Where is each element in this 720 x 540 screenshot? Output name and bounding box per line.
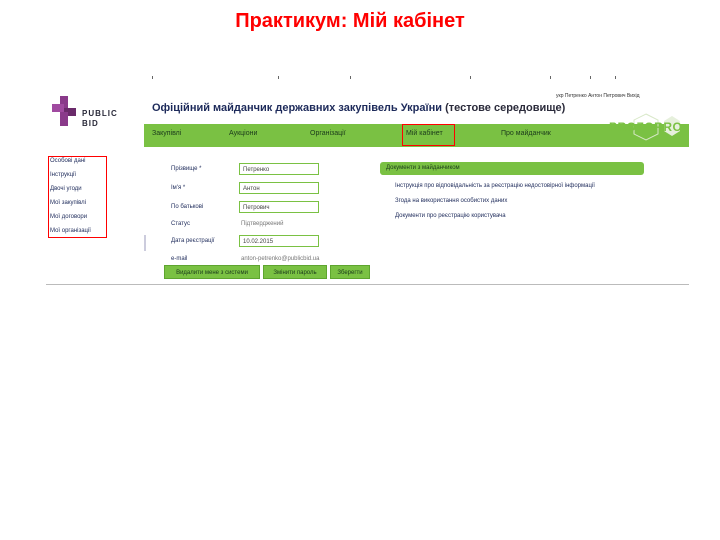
patronymic-label: По батькові — [171, 204, 204, 210]
logo-word-public: PUBLIC — [82, 109, 118, 118]
sidebar-item-my-organizations[interactable]: Мої організації — [50, 228, 91, 234]
document-link-consent[interactable]: Згода на використання особистих даних — [395, 198, 507, 204]
status-label: Статус — [171, 221, 190, 227]
sidebar-item-agreements[interactable]: Двочі угоди — [50, 186, 82, 192]
status-value: Підтверджений — [241, 221, 284, 227]
nav-auctions[interactable]: Аукціони — [229, 130, 257, 137]
document-link-registration[interactable]: Документи про реєстрацію користувача — [395, 213, 506, 219]
patronymic-input[interactable]: Петрович — [239, 201, 319, 213]
prozorro-logo[interactable]: PROZORRO — [606, 112, 686, 146]
name-label: Ім'я * — [171, 185, 186, 191]
logo-word-bid: BID — [82, 119, 99, 128]
sidebar-highlight-box — [48, 156, 107, 238]
sidebar-item-instructions[interactable]: Інструкції — [50, 172, 76, 178]
sidebar: Особові дані Інструкції Двочі угоди Мої … — [46, 154, 146, 240]
sidebar-item-my-purchases[interactable]: Мої закупівлі — [50, 200, 86, 206]
site-title-main: Офіційний майданчик державних закупівель… — [152, 102, 443, 114]
logo-cross-icon — [52, 96, 76, 126]
name-input[interactable]: Антон — [239, 182, 319, 194]
delete-account-button[interactable]: Видалити мене з системи — [164, 265, 260, 279]
documents-panel-header: Документи з майданчиком — [380, 162, 644, 175]
email-value: anton-petrenko@publicbid.ua — [241, 256, 320, 262]
publicbid-logo[interactable]: PUBLIC BID — [52, 92, 130, 132]
site-title-suffix: (тестове середовище) — [445, 102, 566, 114]
registration-date-label: Дата реєстрації — [171, 238, 215, 244]
save-button[interactable]: Зберегти — [330, 265, 370, 279]
surname-label: Прізвище * — [171, 166, 202, 172]
embedded-screenshot: PUBLIC BID Офіційний майданчик державних… — [46, 88, 689, 285]
nav-about[interactable]: Про майданчик — [501, 130, 551, 137]
nav-purchases[interactable]: Закупівлі — [152, 130, 181, 137]
slide-title: Практикум: Мій кабінет — [235, 10, 465, 32]
prozorro-text: PROZORRO — [609, 120, 683, 134]
document-link-disclaimer[interactable]: Інструкція про відповідальність за реєст… — [395, 183, 595, 189]
divider — [144, 235, 146, 251]
change-password-button[interactable]: Змінити пароль — [263, 265, 327, 279]
surname-input[interactable]: Петренко — [239, 163, 319, 175]
sidebar-item-my-contracts[interactable]: Мої договори — [50, 214, 87, 220]
email-label: e-mail — [171, 256, 188, 262]
nav-highlight-box — [402, 124, 455, 146]
cursor-dots — [150, 76, 630, 80]
registration-date-input[interactable]: 10.02.2015 — [239, 235, 319, 247]
nav-organizations[interactable]: Організації — [310, 130, 346, 137]
user-account-link[interactable]: укр Петренко Антон Петрович Вихід — [556, 93, 640, 99]
site-title: Офіційний майданчик державних закупівель… — [152, 102, 565, 114]
sidebar-item-personal-data[interactable]: Особові дані — [50, 158, 86, 164]
